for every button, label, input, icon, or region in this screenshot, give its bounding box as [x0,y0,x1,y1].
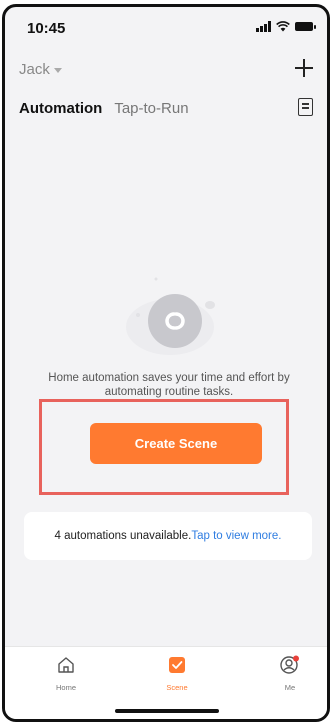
nav-item-scene[interactable]: Scene [147,655,207,692]
scene-icon [169,657,185,673]
nav-label-me: Me [284,683,296,692]
bottom-nav: Home Scene Me [5,646,327,719]
tab-automation[interactable]: Automation [19,100,102,117]
log-icon[interactable] [298,98,313,116]
battery-icon [295,22,316,31]
nav-item-home[interactable]: Home [36,655,96,692]
empty-state-illustration [126,277,215,355]
scene-tabs: Automation Tap-to-Run [19,100,189,117]
view-more-link[interactable]: Tap to view more. [191,530,281,542]
unavailable-automations-notice[interactable]: 4 automations unavailable. Tap to view m… [24,512,312,560]
chevron-down-icon [53,68,62,73]
create-scene-button[interactable]: Create Scene [90,423,262,464]
nav-item-me[interactable]: Me [260,655,320,692]
wifi-icon [276,21,290,32]
signal-icon [256,21,271,32]
nav-label-scene: Scene [166,683,188,692]
status-icons [256,21,316,32]
home-indicator [115,709,219,713]
home-selector[interactable]: Jack [19,61,62,78]
status-time: 10:45 [27,20,66,37]
home-icon [58,657,74,673]
empty-state-message: Home automation saves your time and effo… [48,372,290,398]
profile-icon [280,655,299,674]
tab-tap-to-run[interactable]: Tap-to-Run [114,100,188,117]
status-bar: 10:45 [5,7,327,47]
home-name: Jack [19,61,50,78]
add-scene-button[interactable] [293,57,315,79]
notice-text: 4 automations unavailable. [54,530,192,542]
nav-label-home: Home [55,683,76,692]
phone-frame: 10:45 Jack Automation Tap-to-Run Home au… [2,4,330,722]
